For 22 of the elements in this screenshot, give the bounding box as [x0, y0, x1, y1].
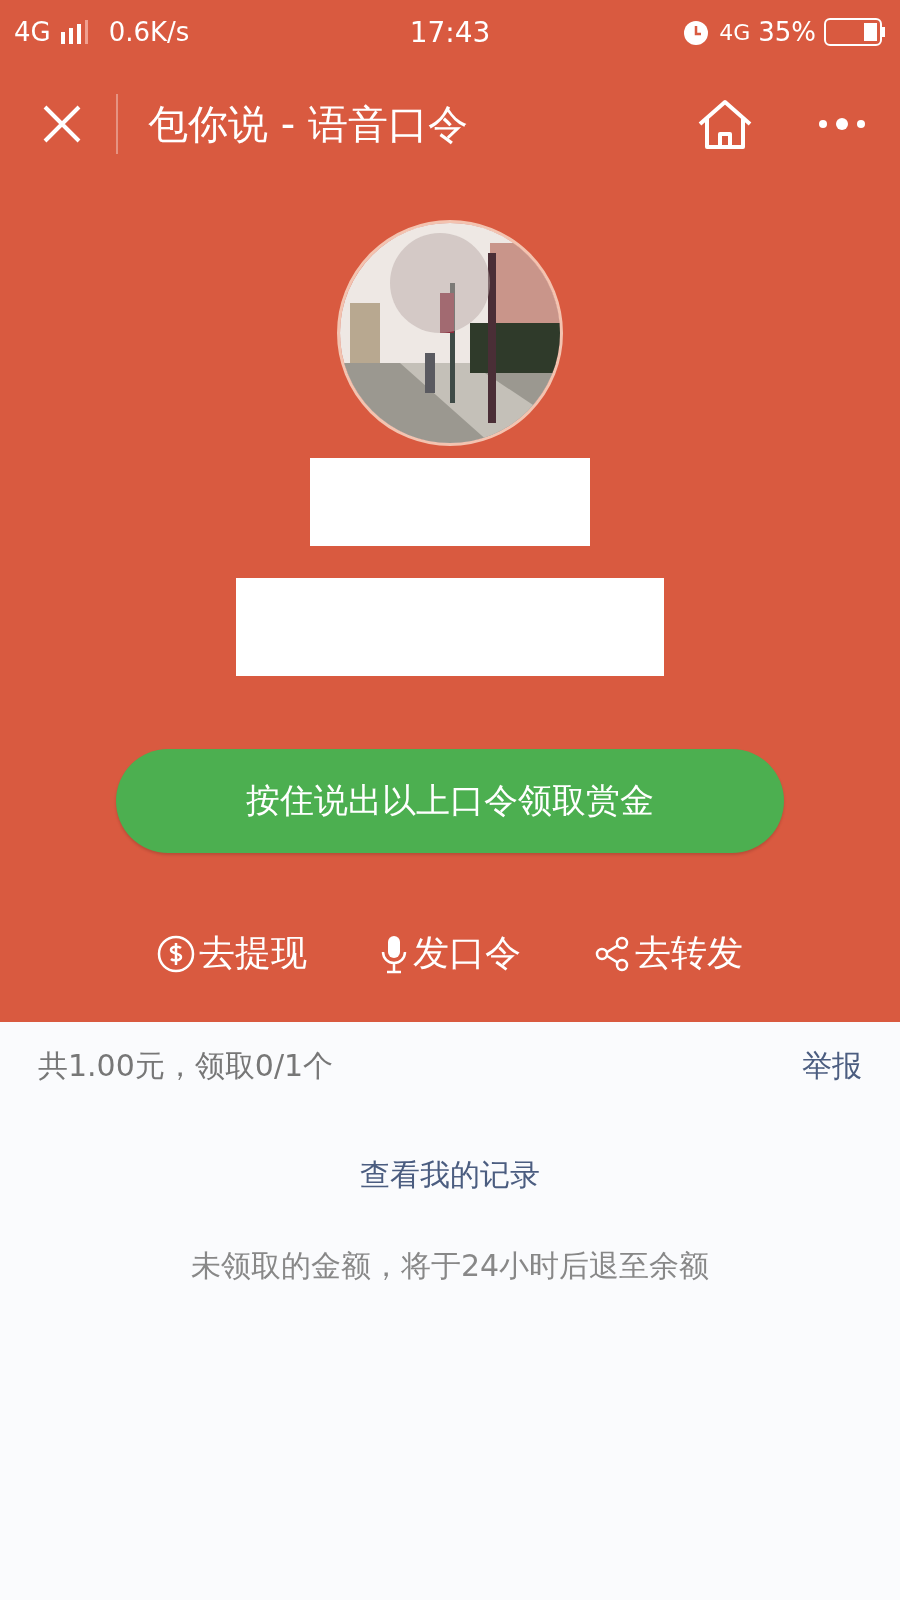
home-button[interactable] [696, 98, 754, 150]
more-button[interactable] [818, 116, 866, 132]
refund-note: 未领取的金额，将于24小时后退至余额 [190, 1247, 710, 1285]
claim-button[interactable]: 按住说出以上口令领取赏金 [116, 749, 784, 853]
page-title: 包你说 - 语音口令 [148, 99, 469, 149]
summary-text: 共1.00元，领取0/1个 [38, 1047, 334, 1085]
action-button[interactable]: 发口令 [379, 929, 521, 978]
close-button[interactable] [42, 104, 82, 144]
signal-icon [58, 20, 89, 44]
network-label: 4G [14, 17, 51, 47]
report-link[interactable]: 举报 [802, 1046, 862, 1087]
microphone-icon [379, 933, 409, 974]
action-button[interactable]: 去转发 [593, 929, 743, 978]
network-speed: 0.6K/s [108, 17, 190, 47]
action-button[interactable]: 去提现 [157, 929, 307, 978]
battery-percent: 35% [758, 17, 816, 47]
battery-icon [824, 18, 886, 46]
dollar-icon [157, 934, 195, 973]
clock: 17:43 [409, 15, 491, 49]
network-label: 4G [719, 19, 751, 45]
share-icon [593, 934, 631, 973]
records-link[interactable]: 查看我的记录 [360, 1155, 540, 1196]
